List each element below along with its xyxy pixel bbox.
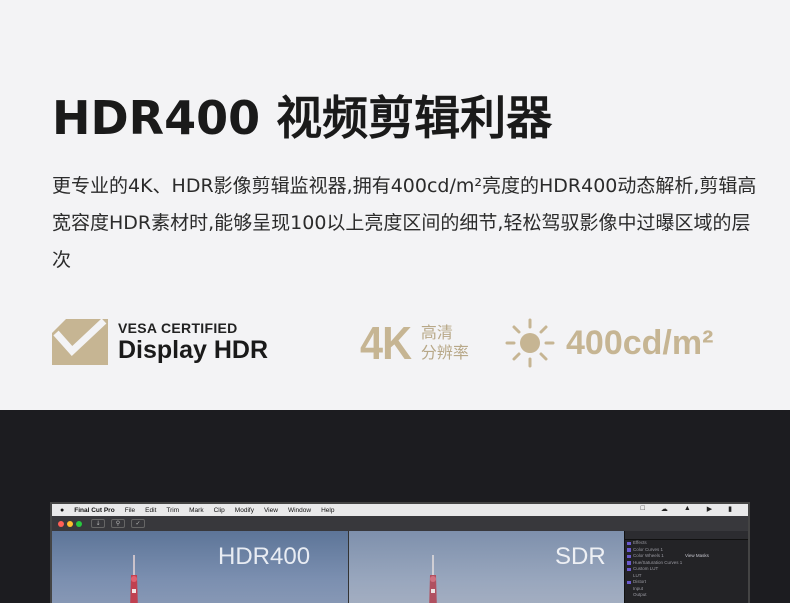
hero-section: HDR400 视频剪辑利器 更专业的4K、HDR影像剪辑监视器,拥有400cd/… [0,0,790,410]
volume-icon[interactable]: ▶ [707,505,712,513]
cloud-icon[interactable]: ☁ [661,505,668,513]
menubar-status-icons: □ ☁ ▲ ▶ ▮ [641,505,742,513]
menu-mark[interactable]: Mark [189,507,203,514]
menu-edit[interactable]: Edit [145,507,156,514]
key-icon[interactable]: ⚲ [111,519,125,528]
inspector-panel: Effects Color Curves 1 Color Wheels 1 Vie… [624,531,748,603]
menu-help[interactable]: Help [321,507,334,514]
import-icon[interactable]: ↓ [91,519,105,528]
menu-app-name[interactable]: Final Cut Pro [74,507,114,514]
minimize-window-button[interactable] [67,520,73,527]
4k-badge: 4K 高清 分辨率 [360,319,469,367]
apple-icon[interactable]: ● [60,507,64,514]
menu-trim[interactable]: Trim [166,507,179,514]
check-icon[interactable]: ✓ [131,519,145,528]
menu-window[interactable]: Window [288,507,311,514]
brightness-label: 400cd/m² [566,323,714,362]
vesa-checkmark-icon [52,319,108,365]
tower-image [130,555,138,603]
menu-file[interactable]: File [125,507,135,514]
wifi-icon[interactable]: ▲ [684,505,691,513]
zoom-window-button[interactable] [76,520,82,527]
battery-icon[interactable]: ▮ [728,505,732,513]
feature-badges: VESA CERTIFIED Display HDR 4K 高清 分辨率 400… [52,315,752,371]
monitor-screen: ● Final Cut Pro File Edit Trim Mark Clip… [50,502,750,603]
menu-view[interactable]: View [264,507,278,514]
brightness-badge: 400cd/m² [504,317,713,369]
resolution-label: 分辨率 [420,343,469,362]
showcase-section: ● Final Cut Pro File Edit Trim Mark Clip… [0,410,790,603]
menu-clip[interactable]: Clip [214,507,225,514]
sun-icon [505,318,555,368]
display-hdr-label: Display HDR [118,336,269,364]
page-title: HDR400 视频剪辑利器 [52,91,553,145]
viewer-sdr[interactable]: SDR [348,531,624,603]
viewer-sdr-label: SDR [555,543,606,570]
feature-description: 更专业的4K、HDR影像剪辑监视器,拥有400cd/m²亮度的HDR400动态解… [52,175,757,271]
app-toolbar: ↓ ⚲ ✓ [52,516,748,531]
inspector-header [625,531,748,540]
close-window-button[interactable] [58,520,64,527]
viewer-hdr400-label: HDR400 [218,543,311,570]
hd-label: 高清 [420,323,453,342]
inspector-row[interactable]: Output [625,592,748,599]
vesa-certified-label: VESA CERTIFIED [118,320,238,336]
mac-menubar: ● Final Cut Pro File Edit Trim Mark Clip… [52,504,748,516]
tower-image [429,555,437,603]
menu-modify[interactable]: Modify [235,507,254,514]
viewer-hdr400[interactable]: HDR400 [52,531,348,603]
4k-label: 4K [360,317,412,369]
vesa-badge: VESA CERTIFIED Display HDR [52,318,268,366]
status-icon[interactable]: □ [641,505,645,513]
